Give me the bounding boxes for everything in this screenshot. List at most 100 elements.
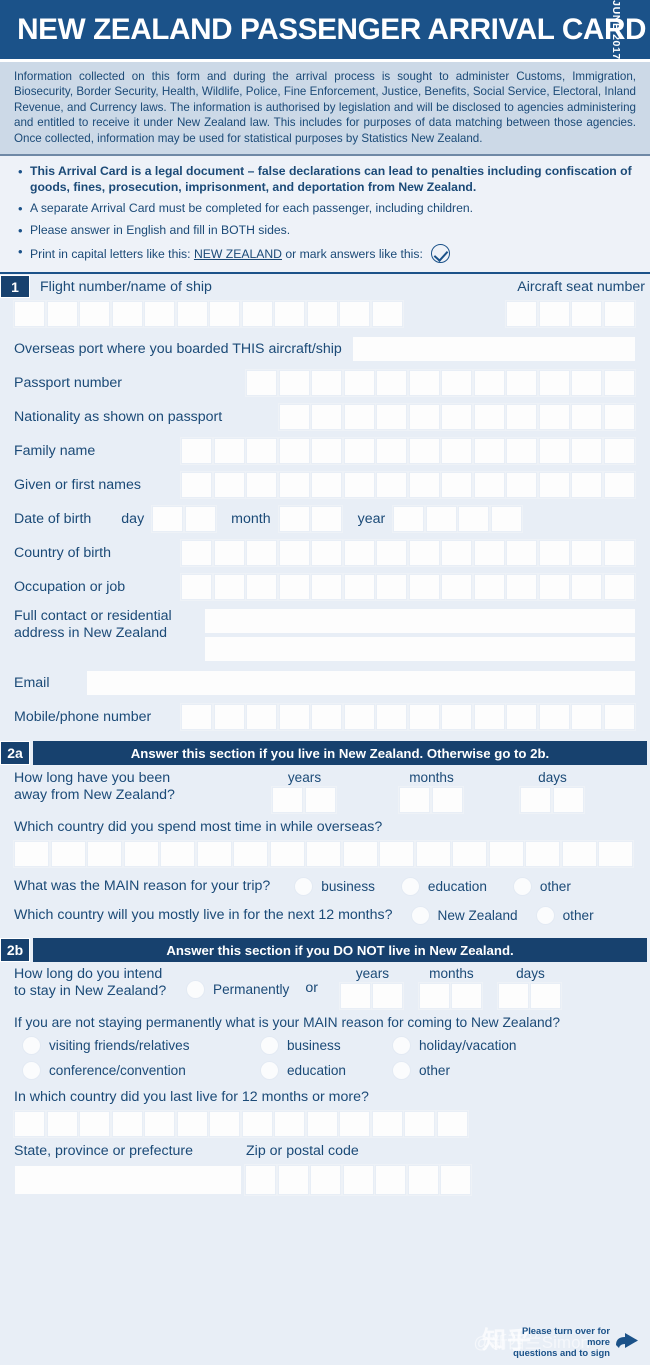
character-box[interactable] — [305, 840, 342, 869]
character-box[interactable] — [13, 1110, 46, 1139]
radio-icon[interactable] — [186, 980, 205, 1000]
character-box[interactable] — [440, 703, 473, 732]
character-box[interactable] — [122, 840, 160, 869]
character-box[interactable] — [435, 1110, 469, 1139]
character-box[interactable] — [489, 505, 523, 534]
character-box[interactable] — [472, 403, 506, 432]
character-box[interactable] — [338, 982, 372, 1011]
character-box[interactable] — [440, 437, 473, 466]
last-live-input[interactable] — [13, 1110, 469, 1139]
character-box[interactable] — [212, 437, 246, 466]
character-box[interactable] — [505, 573, 538, 602]
character-box[interactable] — [505, 369, 538, 398]
character-box[interactable] — [472, 573, 506, 602]
character-box[interactable] — [570, 300, 603, 329]
family-name-input[interactable] — [180, 437, 636, 466]
character-box[interactable] — [338, 300, 371, 329]
character-box[interactable] — [406, 1164, 440, 1197]
character-box[interactable] — [472, 471, 506, 500]
visit-reason-option-conference[interactable]: conference/convention — [22, 1061, 260, 1081]
character-box[interactable] — [45, 1110, 79, 1139]
character-box[interactable] — [180, 703, 213, 732]
radio-icon[interactable] — [260, 1036, 279, 1056]
next-12-option-new-zealand[interactable]: New Zealand — [410, 906, 518, 926]
character-box[interactable] — [212, 573, 246, 602]
visit-reason-option-holiday[interactable]: holiday/vacation — [392, 1036, 636, 1056]
character-box[interactable] — [341, 1164, 375, 1197]
character-box[interactable] — [597, 840, 634, 869]
character-box[interactable] — [276, 1164, 310, 1197]
overseas-port-input[interactable] — [351, 336, 636, 363]
away-years-input[interactable] — [271, 786, 337, 815]
character-box[interactable] — [375, 471, 408, 500]
radio-icon[interactable] — [392, 1061, 411, 1081]
character-box[interactable] — [370, 300, 404, 329]
character-box[interactable] — [375, 539, 408, 568]
radio-icon[interactable] — [512, 877, 532, 897]
character-box[interactable] — [310, 403, 343, 432]
mobile-input[interactable] — [180, 703, 636, 732]
character-box[interactable] — [378, 840, 415, 869]
passport-number-input[interactable] — [245, 369, 636, 398]
radio-icon[interactable] — [22, 1061, 41, 1081]
character-box[interactable] — [505, 300, 538, 329]
away-months-input[interactable] — [398, 786, 464, 815]
character-box[interactable] — [341, 840, 379, 869]
address-input-line2[interactable] — [204, 636, 636, 663]
character-box[interactable] — [303, 786, 337, 815]
visit-reason-option-visiting-friends[interactable]: visiting friends/relatives — [22, 1036, 260, 1056]
character-box[interactable] — [277, 703, 311, 732]
radio-icon[interactable] — [410, 906, 430, 926]
character-box[interactable] — [505, 471, 538, 500]
away-days-input[interactable] — [519, 786, 585, 815]
character-box[interactable] — [143, 300, 176, 329]
character-box[interactable] — [375, 369, 408, 398]
character-box[interactable] — [143, 1110, 176, 1139]
stay-permanently-option[interactable]: Permanently — [186, 980, 289, 1000]
next-12-option-other[interactable]: other — [535, 906, 594, 926]
character-box[interactable] — [195, 840, 233, 869]
state-province-input[interactable] — [14, 1165, 242, 1196]
character-box[interactable] — [370, 1110, 404, 1139]
character-box[interactable] — [180, 539, 213, 568]
aircraft-seat-input[interactable] — [505, 300, 636, 329]
dob-year-input[interactable] — [392, 505, 523, 534]
radio-icon[interactable] — [535, 906, 555, 926]
email-input[interactable] — [86, 670, 636, 697]
character-box[interactable] — [244, 1164, 277, 1197]
character-box[interactable] — [570, 437, 603, 466]
character-box[interactable] — [309, 1164, 342, 1197]
character-box[interactable] — [602, 703, 636, 732]
character-box[interactable] — [175, 300, 209, 329]
character-box[interactable] — [310, 703, 343, 732]
character-box[interactable] — [273, 1110, 306, 1139]
character-box[interactable] — [440, 471, 473, 500]
character-box[interactable] — [212, 539, 246, 568]
character-box[interactable] — [212, 471, 246, 500]
character-box[interactable] — [392, 505, 426, 534]
character-box[interactable] — [537, 300, 571, 329]
visit-reason-option-education[interactable]: education — [260, 1061, 392, 1081]
character-box[interactable] — [414, 840, 452, 869]
character-box[interactable] — [78, 300, 111, 329]
visit-reason-option-business[interactable]: business — [260, 1036, 392, 1056]
character-box[interactable] — [602, 539, 636, 568]
character-box[interactable] — [45, 300, 79, 329]
character-box[interactable] — [407, 369, 441, 398]
character-box[interactable] — [440, 539, 473, 568]
character-box[interactable] — [537, 539, 571, 568]
character-box[interactable] — [407, 703, 441, 732]
visit-reason-option-other[interactable]: other — [392, 1061, 636, 1081]
dob-month-input[interactable] — [277, 505, 344, 534]
character-box[interactable] — [537, 369, 571, 398]
character-box[interactable] — [245, 471, 278, 500]
zip-code-input[interactable] — [244, 1164, 473, 1197]
character-box[interactable] — [110, 1110, 144, 1139]
character-box[interactable] — [424, 505, 458, 534]
radio-icon[interactable] — [294, 877, 314, 897]
character-box[interactable] — [277, 437, 311, 466]
character-box[interactable] — [403, 1110, 436, 1139]
character-box[interactable] — [496, 982, 530, 1011]
character-box[interactable] — [505, 703, 538, 732]
character-box[interactable] — [472, 539, 506, 568]
